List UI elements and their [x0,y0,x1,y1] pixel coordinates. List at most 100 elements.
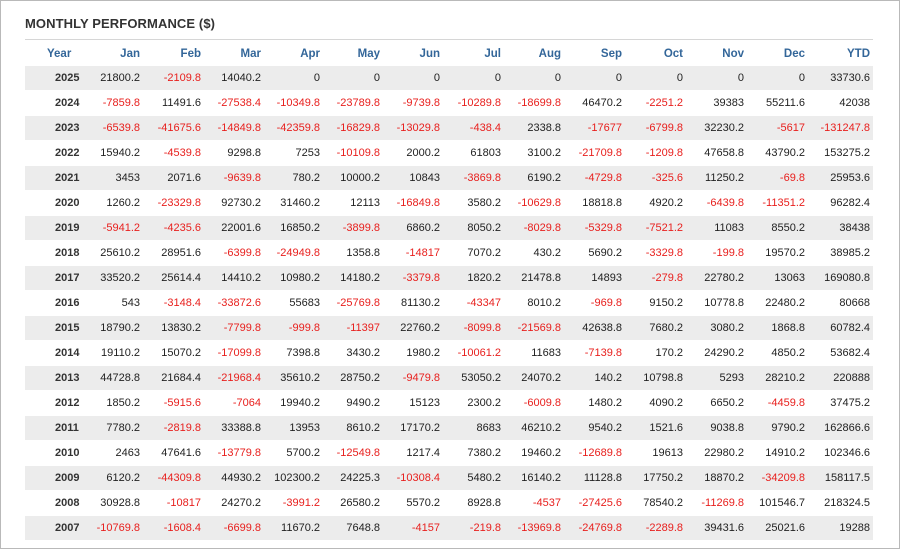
month-cell: -6009.8 [504,390,564,416]
month-cell: 101546.7 [747,490,808,516]
ytd-cell: 218324.5 [808,490,873,516]
month-cell: 170.2 [625,340,686,366]
month-cell: 8010.2 [504,290,564,316]
month-cell: 6190.2 [504,165,564,191]
month-cell: -12549.8 [323,440,383,466]
month-cell: 9540.2 [564,415,625,441]
month-cell: 1521.6 [625,415,686,441]
panel-title: MONTHLY PERFORMANCE ($) [25,16,216,31]
month-cell: 5293 [686,365,747,391]
month-cell: 1358.8 [323,240,383,266]
month-cell: -7064 [204,390,264,416]
table-row: 2009 6120.2 -44309.8 44930.2 102300.2 24225.3… [25,465,873,491]
month-cell: 44930.2 [204,465,264,491]
col-header-nov: Nov [722,48,744,60]
month-cell: -6699.8 [204,515,264,541]
year-cell: 2017 [25,265,80,291]
month-cell: 140.2 [564,365,625,391]
col-header-aug: Aug [538,48,561,60]
title-divider [25,39,873,40]
table-row: 2022 15940.2 -4539.8 9298.8 7253 -10109.8 2000… [25,140,873,166]
month-cell: -3869.8 [443,165,504,191]
month-cell: 19110.2 [80,340,143,366]
month-cell: -7859.8 [80,90,143,116]
col-header-year: Year [47,48,72,60]
table-row: 2010 2463 47641.6 -13779.8 5700.2 -12549.8 121… [25,440,873,466]
month-cell: -21569.8 [504,315,564,341]
month-cell: 8610.2 [323,415,383,441]
month-cell: 39383 [686,90,747,116]
month-cell: -25769.8 [323,290,383,316]
month-cell: 1217.4 [383,440,443,466]
month-cell: 9298.8 [204,140,264,166]
month-cell: 1980.2 [383,340,443,366]
month-cell: 0 [323,66,383,91]
month-cell: -13779.8 [204,440,264,466]
month-cell: -219.8 [443,515,504,541]
month-cell: 3430.2 [323,340,383,366]
month-cell: -43347 [443,290,504,316]
month-cell: 12113 [323,190,383,216]
table-header-row: Year Jan Feb Mar Apr May Jun Jul Aug Sep… [25,42,873,66]
month-cell: -10308.4 [383,465,443,491]
table-row: 2023 -6539.8 -41675.6 -14849.8 -42359.8 -1682… [25,115,873,141]
month-cell: 7648.8 [323,515,383,541]
month-cell: 78540.2 [625,490,686,516]
month-cell: 39431.6 [686,515,747,541]
month-cell: 18818.8 [564,190,625,216]
table-row: 2014 19110.2 15070.2 -17099.8 7398.8 3430.2 19… [25,340,873,366]
month-cell: 5480.2 [443,465,504,491]
table-row: 2013 44728.8 21684.4 -21968.4 35610.2 28750.2… [25,365,873,391]
month-cell: -8029.8 [504,215,564,241]
ytd-cell: 19288 [808,515,873,541]
month-cell: -34209.8 [747,465,808,491]
month-cell: -3379.8 [383,265,443,291]
month-cell: 22001.6 [204,215,264,241]
month-cell: -9639.8 [204,165,264,191]
col-header-jun: Jun [419,48,440,60]
month-cell: -10769.8 [80,515,143,541]
month-cell: -2109.8 [143,66,204,91]
month-cell: 42638.8 [564,315,625,341]
month-cell: -5941.2 [80,215,143,241]
ytd-cell: 25953.6 [808,165,873,191]
month-cell: 0 [747,66,808,91]
month-cell: 28750.2 [323,365,383,391]
month-cell: 24225.3 [323,465,383,491]
year-cell: 2010 [25,440,80,466]
month-cell: -27425.6 [564,490,625,516]
month-cell: -11397 [323,315,383,341]
month-cell: 2463 [80,440,143,466]
month-cell: 30928.8 [80,490,143,516]
year-cell: 2011 [25,415,80,441]
month-cell: 7253 [264,140,323,166]
month-cell: -13969.8 [504,515,564,541]
month-cell: 0 [564,66,625,91]
month-cell: -4537 [504,490,564,516]
col-header-sep: Sep [600,48,622,60]
month-cell: 10980.2 [264,265,323,291]
month-cell: -27538.4 [204,90,264,116]
month-cell: 6120.2 [80,465,143,491]
month-cell: -969.8 [564,290,625,316]
month-cell: 6860.2 [383,215,443,241]
month-cell: -438.4 [443,115,504,141]
month-cell: 19613 [625,440,686,466]
month-cell: 9490.2 [323,390,383,416]
month-cell: 4850.2 [747,340,808,366]
year-cell: 2021 [25,165,80,191]
month-cell: 11670.2 [264,515,323,541]
month-cell: 9038.8 [686,415,747,441]
month-cell: 24290.2 [686,340,747,366]
month-cell: 9790.2 [747,415,808,441]
month-cell: 10778.8 [686,290,747,316]
month-cell: 53050.2 [443,365,504,391]
month-cell: -23789.8 [323,90,383,116]
month-cell: 24070.2 [504,365,564,391]
month-cell: -11269.8 [686,490,747,516]
month-cell: 0 [264,66,323,91]
month-cell: -3148.4 [143,290,204,316]
month-cell: -1209.8 [625,140,686,166]
ytd-cell: 96282.4 [808,190,873,216]
ytd-cell: 38985.2 [808,240,873,266]
